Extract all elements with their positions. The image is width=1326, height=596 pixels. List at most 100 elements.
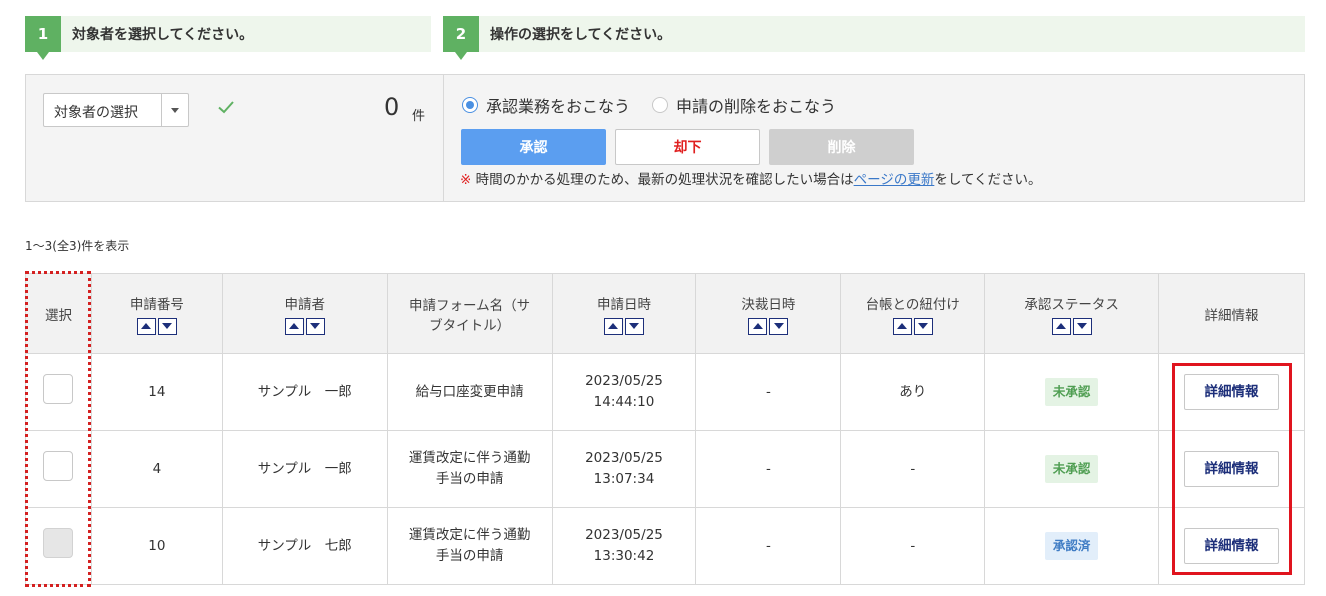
step-1-header: 1 対象者を選択してください。 (25, 16, 431, 60)
chevron-down-icon[interactable] (161, 94, 188, 126)
applicant-cell: サンプル 七郎 (221, 507, 388, 585)
target-select-dropdown[interactable]: 対象者の選択 (43, 93, 189, 127)
application-time: 14:44:10 (593, 394, 655, 410)
application-number-cell: 4 (90, 430, 223, 508)
select-column-highlight (25, 271, 91, 587)
radio-delete-operation[interactable]: 申請の削除をおこなう (652, 93, 836, 117)
column-header-label: 申請者 (284, 296, 326, 313)
application-time: 13:30:42 (593, 548, 655, 564)
decision-date: - (765, 460, 771, 477)
note-text-before: 時間のかかる処理のため、最新の処理状況を確認したい場合は (475, 172, 854, 188)
table-row: 14 サンプル 一郎 給与口座変更申請 2023/05/25 14:44:10 - あり 未承… (25, 353, 1305, 431)
application-number: 4 (152, 460, 162, 477)
radio-unselected-icon[interactable] (652, 97, 669, 113)
note-text-after: をしてください。 (934, 172, 1042, 188)
decision-date: - (765, 383, 771, 400)
column-header-label: 決裁日時 (741, 296, 796, 313)
table-row: 10 サンプル 七郎 運賃改定に伴う通勤 手当の申請 2023/05/25 13:30:4… (25, 507, 1305, 585)
column-header-label: 詳細情報 (1204, 307, 1259, 324)
table-header-row: 選択 申請番号 申請者 申請フォーム名（サ ブタイトル） 申請日時 決裁日時 台帳との紐付け… (25, 273, 1305, 354)
sort-controls (603, 317, 644, 335)
table-row: 4 サンプル 一郎 運賃改定に伴う通勤 手当の申請 2023/05/25 13:07:34… (25, 430, 1305, 508)
sort-controls (284, 317, 325, 335)
ledger-link-cell: - (840, 430, 986, 508)
target-select-label: 対象者の選択 (54, 105, 138, 121)
approve-button[interactable]: 承認 (461, 129, 606, 165)
checkmark-icon (218, 101, 234, 114)
applicant-name: サンプル 一郎 (257, 383, 352, 400)
decision-date-cell: - (695, 353, 842, 431)
application-date-cell: 2023/05/25 13:07:34 (551, 430, 697, 508)
sort-controls (748, 317, 789, 335)
applicant-cell: サンプル 一郎 (221, 353, 388, 431)
application-number-cell: 10 (90, 507, 223, 585)
selected-count: 0 (384, 93, 400, 121)
status-badge: 承認済 (1044, 532, 1099, 560)
approval-status-cell: 未承認 (984, 430, 1160, 508)
form-name-cell: 運賃改定に伴う通勤 手当の申請 (386, 430, 553, 508)
sort-ascending-icon[interactable] (603, 317, 623, 335)
operation-radio-group: 承認業務をおこなう 申請の削除をおこなう (462, 93, 858, 117)
sort-ascending-icon[interactable] (748, 317, 768, 335)
form-name-line1: 運賃改定に伴う通勤 (408, 450, 531, 467)
column-header-label: 承認ステータス (1024, 296, 1119, 313)
ledger-link: - (910, 460, 916, 477)
step-1-title: 対象者を選択してください。 (72, 27, 254, 43)
application-number: 14 (148, 383, 166, 400)
page-refresh-link[interactable]: ページの更新 (854, 172, 935, 188)
ledger-link: あり (899, 383, 927, 400)
column-header-label: 申請フォーム名（サ ブタイトル） (409, 297, 531, 334)
ledger-link: - (910, 537, 916, 554)
column-header-label: 台帳との紐付け (865, 296, 960, 313)
processing-note: ※ 時間のかかる処理のため、最新の処理状況を確認したい場合はページの更新をしてく… (460, 168, 1042, 188)
application-date: 2023/05/25 (585, 527, 663, 544)
application-date-cell: 2023/05/25 13:30:42 (551, 507, 697, 585)
sort-ascending-icon[interactable] (1051, 317, 1071, 335)
ledger-link-cell: あり (840, 353, 986, 431)
step-2-header: 2 操作の選択をしてください。 (443, 16, 1305, 60)
sort-ascending-icon[interactable] (892, 317, 912, 335)
sort-descending-icon[interactable] (1072, 317, 1092, 335)
column-header-8: 詳細情報 (1158, 273, 1305, 354)
sort-ascending-icon[interactable] (284, 317, 304, 335)
applicant-name: サンプル 七郎 (257, 537, 352, 554)
radio-selected-icon[interactable] (462, 97, 478, 113)
radio-approval-operation[interactable]: 承認業務をおこなう (462, 93, 630, 117)
step-1-number: 1 (25, 16, 61, 60)
application-time: 13:07:34 (593, 471, 655, 487)
detail-column-highlight (1172, 363, 1292, 575)
sort-descending-icon[interactable] (305, 317, 325, 335)
reject-button[interactable]: 却下 (615, 129, 760, 165)
sort-ascending-icon[interactable] (136, 317, 156, 335)
result-summary: 1〜3(全3)件を表示 (25, 239, 130, 253)
form-name-cell: 運賃改定に伴う通勤 手当の申請 (386, 507, 553, 585)
form-name-line2: 手当の申請 (435, 471, 504, 487)
form-name-line2: 手当の申請 (435, 548, 504, 564)
step-2-title: 操作の選択をしてください。 (490, 27, 672, 43)
action-section: 承認業務をおこなう 申請の削除をおこなう 承認 却下 削除 ※ 時間のかかる処理… (445, 75, 1305, 201)
application-number-cell: 14 (90, 353, 223, 431)
approval-status-cell: 承認済 (984, 507, 1160, 585)
column-header-1: 申請番号 (90, 273, 223, 354)
sort-descending-icon[interactable] (769, 317, 789, 335)
decision-date-cell: - (695, 430, 842, 508)
application-date: 2023/05/25 (585, 450, 663, 467)
approval-status-cell: 未承認 (984, 353, 1160, 431)
operation-panel: 対象者の選択 0 件 承認業務をおこなう 申請の削除をおこなう 承認 却下 削除… (25, 74, 1305, 202)
column-header-4: 申請日時 (551, 273, 697, 354)
application-date: 2023/05/25 (585, 373, 663, 390)
sort-descending-icon[interactable] (157, 317, 177, 335)
column-header-3: 申請フォーム名（サ ブタイトル） (386, 273, 553, 354)
sort-descending-icon[interactable] (624, 317, 644, 335)
column-header-2: 申請者 (221, 273, 388, 354)
table-body: 14 サンプル 一郎 給与口座変更申請 2023/05/25 14:44:10- あり 未承… (25, 353, 1305, 585)
radio-approval-label: 承認業務をおこなう (486, 97, 631, 116)
application-table: 選択 申請番号 申請者 申請フォーム名（サ ブタイトル） 申請日時 決裁日時 台帳との紐付け… (25, 273, 1305, 585)
column-header-6: 台帳との紐付け (840, 273, 986, 354)
sort-controls (892, 317, 933, 335)
column-header-label: 申請番号 (129, 296, 184, 313)
ledger-link-cell: - (840, 507, 986, 585)
delete-button[interactable]: 削除 (769, 129, 914, 165)
sort-controls (1051, 317, 1092, 335)
sort-descending-icon[interactable] (913, 317, 933, 335)
